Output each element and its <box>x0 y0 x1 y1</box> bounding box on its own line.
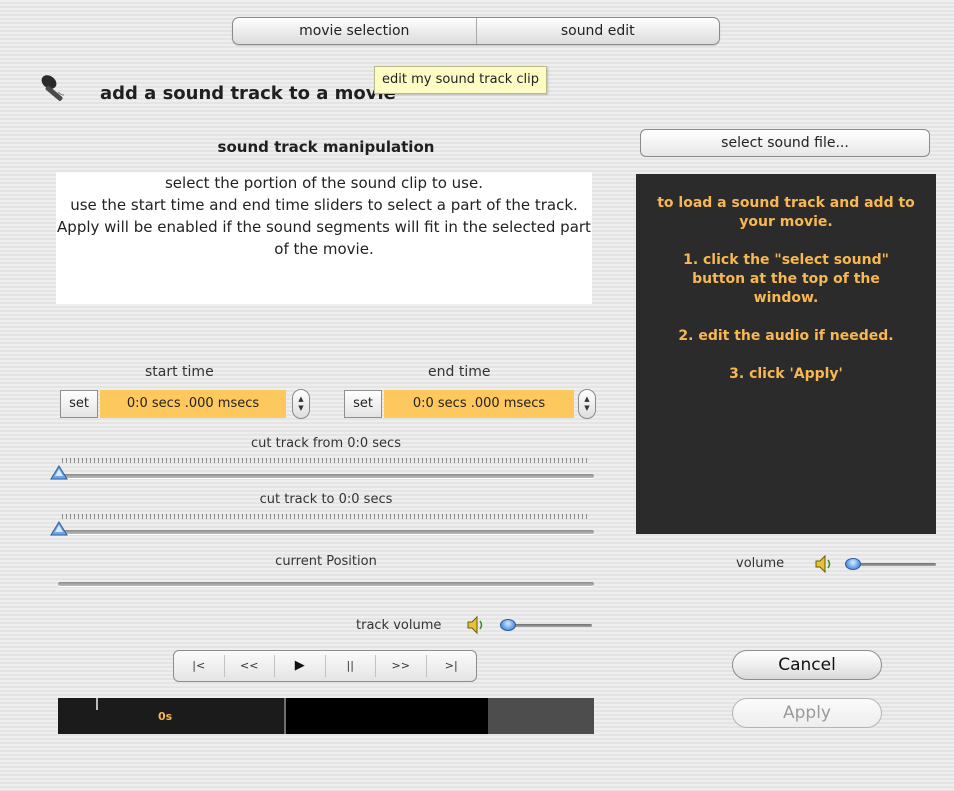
track-volume-knob[interactable] <box>500 619 516 631</box>
instructions-panel: select the portion of the sound clip to … <box>56 172 592 304</box>
cut-from-slider-thumb[interactable] <box>50 465 68 481</box>
stepper-up-icon: ▲ <box>584 395 590 403</box>
apply-button[interactable]: Apply <box>732 698 882 728</box>
timeline-playhead[interactable] <box>96 698 98 710</box>
tab-movie-selection[interactable]: movie selection <box>233 18 476 44</box>
speaker-icon <box>465 614 487 636</box>
speaker-icon <box>813 553 835 575</box>
select-sound-file-button[interactable]: select sound file... <box>640 129 930 157</box>
pause-button[interactable]: || <box>324 655 376 677</box>
tooltip: edit my sound track clip <box>374 66 548 94</box>
start-time-label: start time <box>145 364 214 380</box>
tab-sound-edit[interactable]: sound edit <box>475 18 720 44</box>
timeline-time-label: 0s <box>158 710 173 723</box>
start-time-field[interactable]: 0:0 secs .000 msecs <box>100 390 286 418</box>
volume-knob[interactable] <box>845 558 861 570</box>
rewind-button[interactable]: << <box>223 655 275 677</box>
timeline-unused-area <box>488 698 594 734</box>
stepper-down-icon: ▼ <box>584 404 590 412</box>
cut-from-ticks <box>62 458 590 463</box>
page-title: add a sound track to a movie <box>100 83 396 104</box>
current-position-label: current Position <box>275 554 377 569</box>
cut-from-slider[interactable] <box>58 474 594 478</box>
end-time-stepper[interactable]: ▲ ▼ <box>578 389 596 419</box>
instructions-text: select the portion of the sound clip to … <box>57 174 591 258</box>
current-position-slider[interactable] <box>58 582 594 586</box>
cut-to-slider-thumb[interactable] <box>50 521 68 537</box>
cut-to-slider[interactable] <box>58 530 594 534</box>
stepper-up-icon: ▲ <box>298 395 304 403</box>
microphone-icon <box>38 72 74 106</box>
help-step-1: 1. click the "select sound" button at th… <box>683 252 889 306</box>
help-intro: to load a sound track and add to your mo… <box>657 195 915 230</box>
start-time-stepper[interactable]: ▲ ▼ <box>292 389 310 419</box>
end-time-set-button[interactable]: set <box>344 390 382 418</box>
cancel-button[interactable]: Cancel <box>732 650 882 680</box>
cut-to-label: cut track to 0:0 secs <box>259 492 393 507</box>
cut-from-label: cut track from 0:0 secs <box>251 436 401 451</box>
end-time-label: end time <box>428 364 491 380</box>
section-heading: sound track manipulation <box>217 138 435 156</box>
fast-forward-button[interactable]: >> <box>375 655 426 677</box>
go-to-start-button[interactable]: |< <box>174 655 224 677</box>
end-time-field[interactable]: 0:0 secs .000 msecs <box>384 390 574 418</box>
tab-segmented-control: movie selection sound edit <box>232 17 720 45</box>
transport-controls: |< << ▶ || >> >| <box>173 650 477 682</box>
help-step-2: 2. edit the audio if needed. <box>678 328 894 344</box>
volume-label: volume <box>736 556 785 571</box>
volume-slider[interactable] <box>852 563 936 566</box>
track-volume-label: track volume <box>356 618 442 633</box>
cut-to-ticks <box>62 514 590 519</box>
track-volume-slider[interactable] <box>508 624 592 627</box>
help-panel: to load a sound track and add to your mo… <box>636 174 936 534</box>
stepper-down-icon: ▼ <box>298 404 304 412</box>
help-step-3: 3. click 'Apply' <box>729 366 843 382</box>
play-button[interactable]: ▶ <box>274 655 325 677</box>
start-time-set-button[interactable]: set <box>60 390 98 418</box>
timeline-segment <box>286 698 488 734</box>
timeline[interactable]: 0s <box>58 698 594 734</box>
go-to-end-button[interactable]: >| <box>425 655 477 677</box>
